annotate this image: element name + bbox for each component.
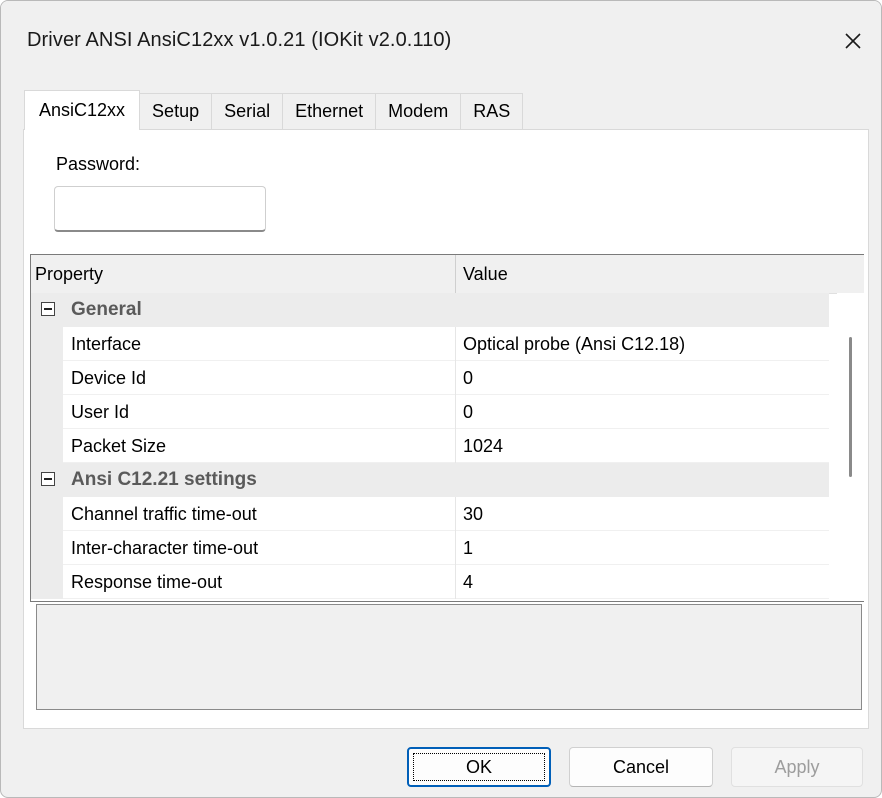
close-button[interactable] [833, 21, 873, 61]
property-row-packet-size[interactable]: Packet Size 1024 [31, 429, 829, 463]
property-value[interactable]: 30 [463, 504, 483, 525]
tab-label: AnsiC12xx [39, 100, 126, 120]
property-value[interactable]: Optical probe (Ansi C12.18) [463, 334, 685, 355]
grid-header: Property Value [31, 255, 864, 294]
cancel-button-label: Cancel [612, 756, 670, 777]
row-divider [455, 395, 456, 429]
tab-panel-ansic12xx: Password: Property Value General Interfa… [23, 129, 869, 729]
tab-ansic12xx[interactable]: AnsiC12xx [24, 90, 141, 130]
row-divider [455, 361, 456, 395]
apply-button-label: Apply [774, 756, 820, 777]
property-name: User Id [71, 402, 130, 422]
property-row-inter-character-timeout[interactable]: Inter-character time-out 1 [31, 531, 829, 565]
cancel-button[interactable]: Cancel [569, 747, 713, 787]
apply-button[interactable]: Apply [731, 747, 863, 787]
tab-label: Serial [224, 101, 271, 121]
property-row-response-timeout[interactable]: Response time-out 4 [31, 565, 829, 599]
row-gutter [31, 497, 63, 531]
row-divider [455, 327, 456, 361]
password-input[interactable] [54, 186, 266, 232]
tab-ethernet[interactable]: Ethernet [282, 93, 377, 129]
property-name: Inter-character time-out [71, 538, 259, 558]
property-value[interactable]: 0 [463, 402, 473, 423]
row-gutter [31, 429, 63, 463]
property-name: Response time-out [71, 572, 223, 592]
tab-modem[interactable]: Modem [375, 93, 462, 129]
row-gutter [31, 327, 63, 361]
row-divider [455, 531, 456, 565]
property-name: Device Id [71, 368, 147, 388]
property-description-panel [36, 604, 862, 710]
grid-scrollbar[interactable] [837, 293, 864, 601]
property-value[interactable]: 4 [463, 572, 473, 593]
collapse-icon[interactable] [41, 472, 55, 486]
property-value[interactable]: 0 [463, 368, 473, 389]
category-row-general[interactable]: General [31, 293, 829, 327]
collapse-icon[interactable] [41, 302, 55, 316]
row-gutter [31, 395, 63, 429]
window-title: Driver ANSI AnsiC12xx v1.0.21 (IOKit v2.… [27, 29, 452, 51]
tab-label: Modem [388, 101, 449, 121]
tab-strip: AnsiC12xx Setup Serial Ethernet Modem RA… [24, 89, 524, 130]
property-row-interface[interactable]: Interface Optical probe (Ansi C12.18) [31, 327, 829, 361]
tab-setup[interactable]: Setup [139, 93, 213, 129]
category-label: Ansi C12.21 settings [71, 469, 257, 490]
property-name: Channel traffic time-out [71, 504, 257, 524]
row-gutter [31, 565, 63, 599]
password-label: Password: [56, 154, 141, 174]
scrollbar-thumb[interactable] [849, 337, 852, 477]
property-row-device-id[interactable]: Device Id 0 [31, 361, 829, 395]
property-grid[interactable]: Property Value General Interface Optical… [30, 254, 864, 602]
row-gutter [31, 361, 63, 395]
property-name: Packet Size [71, 436, 167, 456]
focus-ring [413, 753, 545, 781]
tab-label: Ethernet [295, 101, 364, 121]
tab-label: RAS [473, 101, 511, 121]
property-value[interactable]: 1024 [463, 436, 503, 457]
title-bar: Driver ANSI AnsiC12xx v1.0.21 (IOKit v2.… [1, 1, 881, 81]
tab-ras[interactable]: RAS [460, 93, 524, 129]
category-label: General [71, 299, 142, 320]
tab-serial[interactable]: Serial [211, 93, 284, 129]
header-column-divider[interactable] [455, 255, 456, 293]
header-value[interactable]: Value [463, 264, 508, 285]
category-row-ansi-c1221[interactable]: Ansi C12.21 settings [31, 463, 829, 497]
grid-rows: General Interface Optical probe (Ansi C1… [31, 293, 829, 599]
property-row-channel-traffic-timeout[interactable]: Channel traffic time-out 30 [31, 497, 829, 531]
header-property[interactable]: Property [35, 264, 103, 285]
row-divider [455, 429, 456, 463]
row-gutter [31, 531, 63, 565]
row-divider [455, 565, 456, 599]
ok-button[interactable]: OK [407, 747, 551, 787]
property-value[interactable]: 1 [463, 538, 473, 559]
tab-label: Setup [152, 101, 200, 121]
row-divider [455, 497, 456, 531]
property-row-user-id[interactable]: User Id 0 [31, 395, 829, 429]
property-name: Interface [71, 334, 142, 354]
close-icon [845, 33, 861, 49]
driver-dialog: Driver ANSI AnsiC12xx v1.0.21 (IOKit v2.… [0, 0, 882, 798]
